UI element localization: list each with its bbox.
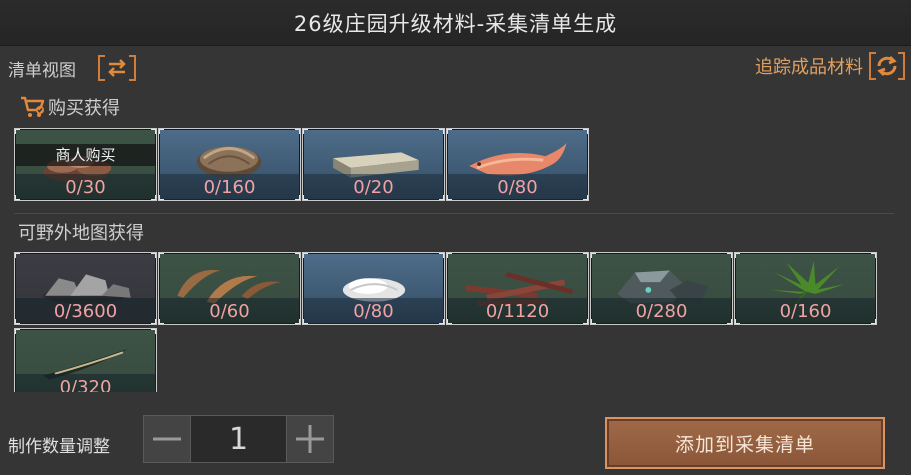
- item-count: 0/80: [497, 177, 538, 198]
- item-count: 0/280: [635, 301, 688, 322]
- shopping-cart-icon: [21, 96, 45, 117]
- section-divider: [14, 213, 894, 214]
- item-count: 0/20: [353, 177, 394, 198]
- item-tile[interactable]: 0/80: [446, 128, 589, 201]
- swap-view-button[interactable]: [98, 54, 136, 82]
- item-count: 0/160: [203, 177, 256, 198]
- item-tile[interactable]: 0/80: [302, 252, 445, 325]
- item-count: 0/160: [779, 301, 832, 322]
- buy-section-header: 购买获得: [20, 94, 120, 120]
- item-count: 0/30: [65, 177, 106, 198]
- minus-icon: [153, 437, 181, 441]
- list-view-toggle-group: 清单视图: [8, 54, 136, 82]
- item-tile[interactable]: 0/20: [302, 128, 445, 201]
- item-count: 0/60: [209, 301, 250, 322]
- item-tile[interactable]: 商人购买 0/30: [14, 128, 157, 201]
- wild-items-scroll-area[interactable]: 0/3600 0/60 0/80 0/1120 0/280 0/160 0/32…: [0, 252, 911, 392]
- buy-section-title: 购买获得: [48, 98, 120, 119]
- increment-button[interactable]: [286, 415, 334, 463]
- add-to-list-button[interactable]: 添加到采集清单: [605, 417, 885, 469]
- page-title: 26级庄园升级材料-采集清单生成: [293, 11, 618, 36]
- decrement-button[interactable]: [143, 415, 191, 463]
- item-tile[interactable]: 0/1120: [446, 252, 589, 325]
- item-tile[interactable]: 0/60: [158, 252, 301, 325]
- item-count: 0/80: [353, 301, 394, 322]
- quantity-stepper: 1: [143, 415, 334, 463]
- swap-arrows-icon: [108, 59, 126, 77]
- wild-section-header: 可野外地图获得: [18, 219, 144, 245]
- item-count: 0/320: [59, 377, 112, 392]
- item-tile[interactable]: 0/320: [14, 328, 157, 392]
- quantity-label: 制作数量调整: [8, 437, 110, 457]
- refresh-icon: [877, 55, 897, 77]
- item-tile[interactable]: 0/3600: [14, 252, 157, 325]
- list-view-label: 清单视图: [8, 60, 76, 81]
- item-tile[interactable]: 0/160: [158, 128, 301, 201]
- merchant-tag: 商人购买: [15, 144, 156, 166]
- track-materials-label[interactable]: 追踪成品材料: [755, 53, 863, 79]
- title-bar: 26级庄园升级材料-采集清单生成: [0, 0, 911, 46]
- wild-section-title: 可野外地图获得: [18, 223, 144, 244]
- track-materials-group: 追踪成品材料: [755, 50, 905, 82]
- item-count: 0/1120: [485, 301, 550, 322]
- item-count: 0/3600: [53, 301, 118, 322]
- plus-icon: [296, 425, 324, 453]
- refresh-button[interactable]: [869, 50, 905, 82]
- item-tile[interactable]: 0/160: [734, 252, 877, 325]
- quantity-value[interactable]: 1: [191, 415, 286, 463]
- item-tile[interactable]: 0/280: [590, 252, 733, 325]
